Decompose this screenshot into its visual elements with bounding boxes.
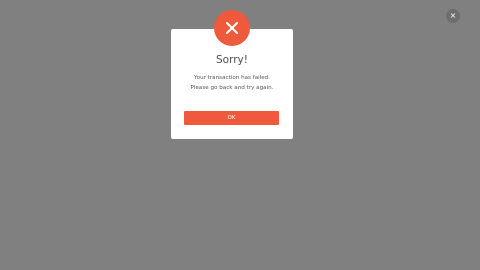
dialog-message-line-2: Please go back and try again.: [190, 84, 274, 91]
error-x-icon: [214, 10, 250, 46]
dialog-message-line-1: Your transaction has failed.: [193, 75, 271, 81]
ok-button[interactable]: OK: [184, 111, 279, 125]
page-backdrop: { "close_button": { "icon": "close-icon"…: [0, 0, 480, 270]
dialog-message: Your transaction has failed. Please go b…: [171, 74, 293, 93]
close-icon[interactable]: ×: [446, 9, 460, 23]
dialog-title: Sorry!: [216, 54, 248, 66]
